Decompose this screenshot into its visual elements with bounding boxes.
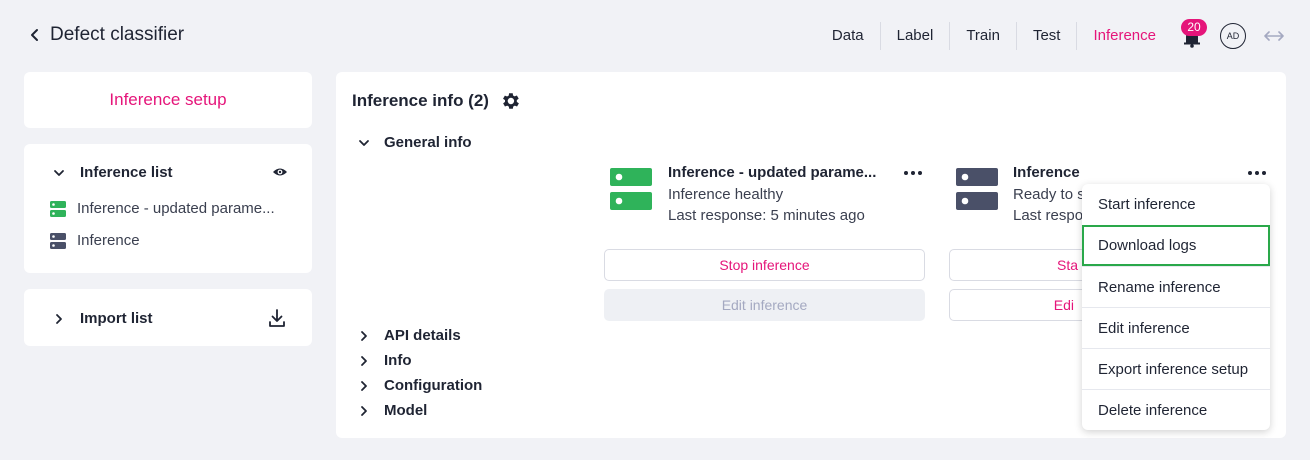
server-icon xyxy=(50,200,66,217)
main-nav: Data Label Train Test Inference xyxy=(816,22,1172,50)
gear-icon[interactable] xyxy=(499,90,521,112)
chevron-right-icon xyxy=(361,380,367,391)
section-label: Info xyxy=(384,352,412,369)
inference-setup-card[interactable]: Inference setup xyxy=(24,72,312,128)
start-inference-button[interactable]: Sta xyxy=(949,249,1089,281)
stop-inference-button[interactable]: Stop inference xyxy=(604,249,925,281)
nav-inference[interactable]: Inference xyxy=(1076,22,1172,50)
inference-list-title: Inference list xyxy=(80,164,173,181)
server-icon xyxy=(50,232,66,249)
inference-card-status: Ready to s xyxy=(1013,186,1083,203)
sidebar-item-inference-updated[interactable]: Inference - updated parame... xyxy=(50,200,275,217)
inference-card-status: Inference healthy xyxy=(668,186,784,203)
import-list-title: Import list xyxy=(80,310,153,327)
section-label: API details xyxy=(384,327,461,344)
section-label: General info xyxy=(384,134,472,151)
inference-card-name: Inference - updated parame... xyxy=(668,164,877,181)
section-info[interactable]: Info xyxy=(358,352,412,369)
section-api-details[interactable]: API details xyxy=(358,327,461,344)
chevron-right-icon xyxy=(361,330,367,341)
section-label: Configuration xyxy=(384,377,483,394)
menu-edit-inference[interactable]: Edit inference xyxy=(1082,307,1270,348)
menu-export-inference-setup[interactable]: Export inference setup xyxy=(1082,348,1270,389)
inference-context-menu: Start inference Download logs Rename inf… xyxy=(1082,184,1270,430)
section-configuration[interactable]: Configuration xyxy=(358,377,482,394)
edit-inference-button-2[interactable]: Edi xyxy=(949,289,1089,321)
download-icon[interactable] xyxy=(268,308,286,328)
more-options-icon[interactable] xyxy=(903,168,923,178)
top-bar: Defect classifier Data Label Train Test … xyxy=(0,0,1310,72)
edit-inference-button: Edit inference xyxy=(604,289,925,321)
chevron-right-icon xyxy=(361,355,367,366)
chevron-down-icon xyxy=(359,139,369,146)
menu-rename-inference[interactable]: Rename inference xyxy=(1082,266,1270,307)
menu-delete-inference[interactable]: Delete inference xyxy=(1082,389,1270,430)
eye-icon[interactable] xyxy=(272,165,288,179)
sidebar-item-inference[interactable]: Inference xyxy=(50,232,140,249)
sidebar-item-label: Inference xyxy=(77,232,140,249)
nav-data[interactable]: Data xyxy=(816,22,880,50)
inference-card-last-response: Last respo xyxy=(1013,207,1083,224)
section-general-info[interactable]: General info xyxy=(358,134,472,151)
back-button[interactable]: Defect classifier xyxy=(28,24,184,46)
chevron-left-icon xyxy=(31,29,38,41)
inference-list-card: Inference list Inference - updated param… xyxy=(24,144,312,273)
page-title: Defect classifier xyxy=(50,24,185,45)
menu-start-inference[interactable]: Start inference xyxy=(1082,184,1270,225)
chevron-right-icon xyxy=(56,313,62,324)
swap-arrows-icon[interactable] xyxy=(1263,27,1285,45)
inference-info-header: Inference info (2) xyxy=(352,90,521,112)
inference-info-title: Inference info (2) xyxy=(352,91,489,110)
more-options-icon[interactable] xyxy=(1247,168,1267,178)
server-icon xyxy=(610,168,652,210)
notification-badge: 20 xyxy=(1181,19,1207,36)
avatar[interactable]: AD xyxy=(1220,23,1246,49)
inference-card-name: Inference xyxy=(1013,164,1080,181)
import-list-toggle[interactable]: Import list xyxy=(52,310,153,327)
chevron-right-icon xyxy=(361,405,367,416)
inference-list-toggle[interactable]: Inference list xyxy=(52,164,173,181)
import-list-card: Import list xyxy=(24,289,312,346)
section-model[interactable]: Model xyxy=(358,402,427,419)
menu-download-logs[interactable]: Download logs xyxy=(1082,225,1270,266)
nav-train[interactable]: Train xyxy=(949,22,1016,50)
section-label: Model xyxy=(384,402,428,419)
nav-label[interactable]: Label xyxy=(879,22,950,50)
chevron-down-icon xyxy=(54,169,64,176)
nav-test[interactable]: Test xyxy=(1015,22,1077,50)
sidebar-item-label: Inference - updated parame... xyxy=(77,200,275,217)
inference-setup-label: Inference setup xyxy=(109,90,227,109)
inference-card-last-response: Last response: 5 minutes ago xyxy=(668,207,865,224)
server-icon xyxy=(956,168,998,210)
